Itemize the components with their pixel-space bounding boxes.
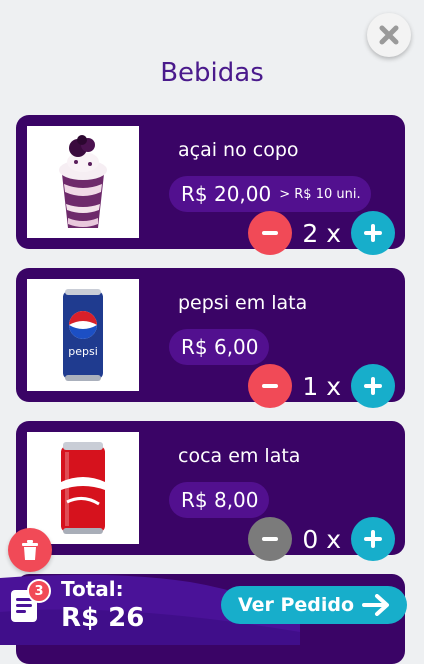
- product-image-acai: [27, 126, 139, 238]
- plus-icon: [364, 224, 382, 242]
- price-tag: R$ 20,00 > R$ 10 uni.: [169, 176, 371, 212]
- view-order-button[interactable]: Ver Pedido: [221, 586, 407, 624]
- close-icon: [379, 25, 399, 45]
- product-name: coca em lata: [178, 445, 301, 467]
- close-button[interactable]: [367, 13, 411, 57]
- arrow-right-icon: [362, 594, 390, 616]
- product-price: R$ 20,00: [181, 182, 272, 206]
- increase-button[interactable]: [351, 364, 395, 408]
- quantity-value: 0 x: [302, 524, 341, 554]
- plus-icon: [364, 377, 382, 395]
- quantity-value: 2 x: [302, 218, 341, 248]
- total-label: Total:: [61, 577, 124, 601]
- promo-price: > R$ 10 uni.: [279, 186, 361, 202]
- svg-text:pepsi: pepsi: [68, 345, 98, 358]
- product-card: coca em lata R$ 8,00 0 x: [16, 421, 405, 561]
- increase-button[interactable]: [351, 211, 395, 255]
- decrease-button[interactable]: [248, 211, 293, 255]
- product-card: pepsi pepsi em lata R$ 6,00 1 x: [16, 268, 405, 408]
- clear-cart-button[interactable]: [8, 528, 52, 572]
- price-tag: R$ 8,00: [169, 482, 269, 518]
- minus-icon: [262, 537, 279, 541]
- increase-button[interactable]: [351, 517, 395, 561]
- decrease-button[interactable]: [248, 517, 293, 561]
- quantity-stepper: 1 x: [248, 364, 395, 408]
- cart-count-badge: 3: [27, 579, 51, 603]
- page-title: Bebidas: [160, 58, 264, 88]
- plus-icon: [364, 530, 382, 548]
- acai-cup-icon: [59, 135, 107, 228]
- product-price: R$ 8,00: [181, 488, 259, 512]
- quantity-stepper: 2 x: [248, 211, 395, 255]
- pepsi-can-icon: pepsi: [63, 289, 103, 381]
- total-value: R$ 26: [61, 603, 145, 633]
- product-image-coca: [27, 432, 139, 544]
- minus-icon: [262, 231, 279, 235]
- product-name: açai no copo: [178, 139, 299, 161]
- quantity-value: 1 x: [302, 371, 341, 401]
- quantity-stepper: 0 x: [248, 517, 395, 561]
- product-card: açai no copo R$ 20,00 > R$ 10 uni. 2 x: [16, 115, 405, 255]
- coca-can-icon: [61, 442, 105, 534]
- view-order-label: Ver Pedido: [237, 594, 355, 616]
- price-tag: R$ 6,00: [169, 329, 269, 365]
- decrease-button[interactable]: [248, 364, 293, 408]
- trash-icon: [22, 540, 38, 560]
- product-image-pepsi: pepsi: [27, 279, 139, 391]
- product-price: R$ 6,00: [181, 335, 259, 359]
- product-name: pepsi em lata: [178, 292, 308, 314]
- minus-icon: [262, 384, 279, 388]
